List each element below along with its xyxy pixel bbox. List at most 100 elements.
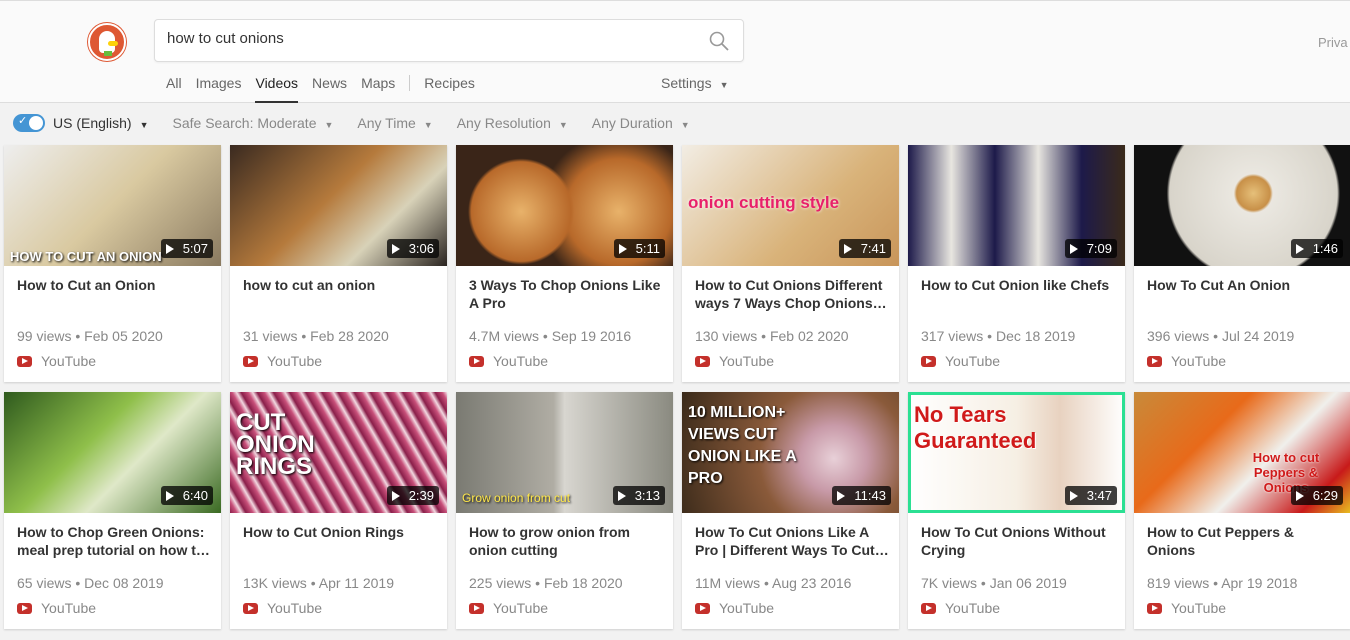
settings-label: Settings <box>661 75 712 91</box>
duration: 7:09 <box>1086 241 1112 256</box>
tab-news[interactable]: News <box>312 75 347 103</box>
video-source: YouTube <box>243 353 322 369</box>
youtube-icon <box>695 602 710 614</box>
video-card[interactable]: 6:40 How to Chop Green Onions: meal prep… <box>4 392 221 629</box>
video-card[interactable]: 10 MILLION+ VIEWS CUT ONION LIKE A PRO 1… <box>682 392 899 629</box>
caret-down-icon: ▼ <box>558 120 568 130</box>
video-title[interactable]: How to Cut Onion Rings <box>243 523 438 541</box>
duration-badge: 7:41 <box>838 239 891 258</box>
video-thumbnail[interactable]: HOW TO CUT AN ONION 5:07 <box>4 145 221 266</box>
caret-down-icon: ▼ <box>719 80 729 90</box>
caret-down-icon: ▼ <box>324 120 334 130</box>
video-card[interactable]: 3:06 how to cut an onion 31 views • Feb … <box>230 145 447 382</box>
duration-dropdown[interactable]: Any Duration ▼ <box>592 115 690 131</box>
duration: 6:29 <box>1312 488 1338 503</box>
video-thumbnail[interactable]: No Tears Guaranteed 3:47 <box>908 392 1125 513</box>
search-input[interactable] <box>167 30 697 47</box>
duration-badge: 5:07 <box>160 239 213 258</box>
duration: 3:47 <box>1086 488 1112 503</box>
video-title[interactable]: How to Cut Onions Different ways 7 Ways … <box>695 276 890 312</box>
video-meta: 225 views • Feb 18 2020 <box>469 575 623 591</box>
duration-badge: 3:47 <box>1064 486 1117 505</box>
video-card[interactable]: onion cutting style 7:41 How to Cut Onio… <box>682 145 899 382</box>
video-source: YouTube <box>921 600 1000 616</box>
video-meta: 7K views • Jan 06 2019 <box>921 575 1067 591</box>
youtube-icon <box>1147 602 1162 614</box>
youtube-icon <box>1147 355 1162 367</box>
video-thumbnail[interactable]: onion cutting style 7:41 <box>682 145 899 266</box>
video-thumbnail[interactable]: 5:11 <box>456 145 673 266</box>
tab-videos[interactable]: Videos <box>255 75 299 103</box>
video-card[interactable]: 7:09 How to Cut Onion like Chefs 317 vie… <box>908 145 1125 382</box>
tab-images[interactable]: Images <box>196 75 242 103</box>
video-title[interactable]: How To Cut Onions Like A Pro | Different… <box>695 523 890 559</box>
video-meta: 13K views • Apr 11 2019 <box>243 575 394 591</box>
video-title[interactable]: How to grow onion from onion cutting <box>469 523 664 559</box>
video-thumbnail[interactable]: 6:40 <box>4 392 221 513</box>
time-dropdown[interactable]: Any Time ▼ <box>357 115 432 131</box>
duration-badge: 11:43 <box>832 486 891 505</box>
video-card[interactable]: No Tears Guaranteed 3:47 How To Cut Onio… <box>908 392 1125 629</box>
video-title[interactable]: how to cut an onion <box>243 276 438 294</box>
duration: 3:13 <box>634 488 660 503</box>
video-title[interactable]: 3 Ways To Chop Onions Like A Pro <box>469 276 664 312</box>
thumbnail-caption: Grow onion from cut <box>462 491 571 505</box>
video-thumbnail[interactable]: 3:06 <box>230 145 447 266</box>
video-source: YouTube <box>1147 600 1226 616</box>
duration: 2:39 <box>408 488 434 503</box>
video-thumbnail[interactable]: 7:09 <box>908 145 1125 266</box>
video-card[interactable]: Grow onion from cut 3:13 How to grow oni… <box>456 392 673 629</box>
play-icon <box>1069 243 1078 254</box>
play-icon <box>165 243 174 254</box>
video-thumbnail[interactable]: 1:46 <box>1134 145 1350 266</box>
duration-badge: 2:39 <box>386 486 439 505</box>
resolution-dropdown[interactable]: Any Resolution ▼ <box>457 115 568 131</box>
video-card[interactable]: 5:11 3 Ways To Chop Onions Like A Pro 4.… <box>456 145 673 382</box>
video-thumbnail[interactable]: How to cut Peppers & Onions 6:29 <box>1134 392 1350 513</box>
video-card[interactable]: How to cut Peppers & Onions 6:29 How to … <box>1134 392 1350 629</box>
video-title[interactable]: How To Cut An Onion <box>1147 276 1342 294</box>
youtube-icon <box>921 602 936 614</box>
video-card[interactable]: CUT ONION RINGS 2:39 How to Cut Onion Ri… <box>230 392 447 629</box>
safe-search-dropdown[interactable]: Safe Search: Moderate ▼ <box>173 115 334 131</box>
divider <box>409 75 411 91</box>
duckduckgo-logo[interactable] <box>88 23 126 61</box>
video-thumbnail[interactable]: 10 MILLION+ VIEWS CUT ONION LIKE A PRO 1… <box>682 392 899 513</box>
tab-recipes[interactable]: Recipes <box>424 75 475 103</box>
youtube-icon <box>469 602 484 614</box>
play-icon <box>837 490 846 501</box>
search-box <box>154 19 744 62</box>
video-title[interactable]: How to Chop Green Onions: meal prep tuto… <box>17 523 212 559</box>
video-thumbnail[interactable]: CUT ONION RINGS 2:39 <box>230 392 447 513</box>
tab-all[interactable]: All <box>166 75 182 103</box>
caret-down-icon: ▼ <box>423 120 433 130</box>
youtube-icon <box>921 355 936 367</box>
video-title[interactable]: How to Cut Onion like Chefs <box>921 276 1116 294</box>
duration-badge: 7:09 <box>1064 239 1117 258</box>
video-source: YouTube <box>17 353 96 369</box>
video-source: YouTube <box>695 600 774 616</box>
thumbnail-caption: onion cutting style <box>688 193 840 212</box>
video-title[interactable]: How to Cut Peppers & Onions <box>1147 523 1342 559</box>
video-source: YouTube <box>921 353 1000 369</box>
video-card[interactable]: HOW TO CUT AN ONION 5:07 How to Cut an O… <box>4 145 221 382</box>
duration: 11:43 <box>854 488 886 503</box>
play-icon <box>1295 243 1304 254</box>
privacy-link[interactable]: Priva <box>1318 35 1348 50</box>
tab-maps[interactable]: Maps <box>361 75 395 103</box>
video-source: YouTube <box>469 353 548 369</box>
video-thumbnail[interactable]: Grow onion from cut 3:13 <box>456 392 673 513</box>
video-source: YouTube <box>243 600 322 616</box>
play-icon <box>1069 490 1078 501</box>
youtube-icon <box>243 602 258 614</box>
play-icon <box>1295 490 1304 501</box>
video-meta: 317 views • Dec 18 2019 <box>921 328 1076 344</box>
search-icon[interactable] <box>709 31 729 51</box>
video-title[interactable]: How to Cut an Onion <box>17 276 212 294</box>
region-toggle[interactable]: ✓ <box>13 114 45 132</box>
video-card[interactable]: 1:46 How To Cut An Onion 396 views • Jul… <box>1134 145 1350 382</box>
video-title[interactable]: How To Cut Onions Without Crying <box>921 523 1116 559</box>
settings-dropdown[interactable]: Settings ▼ <box>661 75 729 91</box>
play-icon <box>391 243 400 254</box>
region-dropdown[interactable]: US (English) ▼ <box>53 115 149 131</box>
